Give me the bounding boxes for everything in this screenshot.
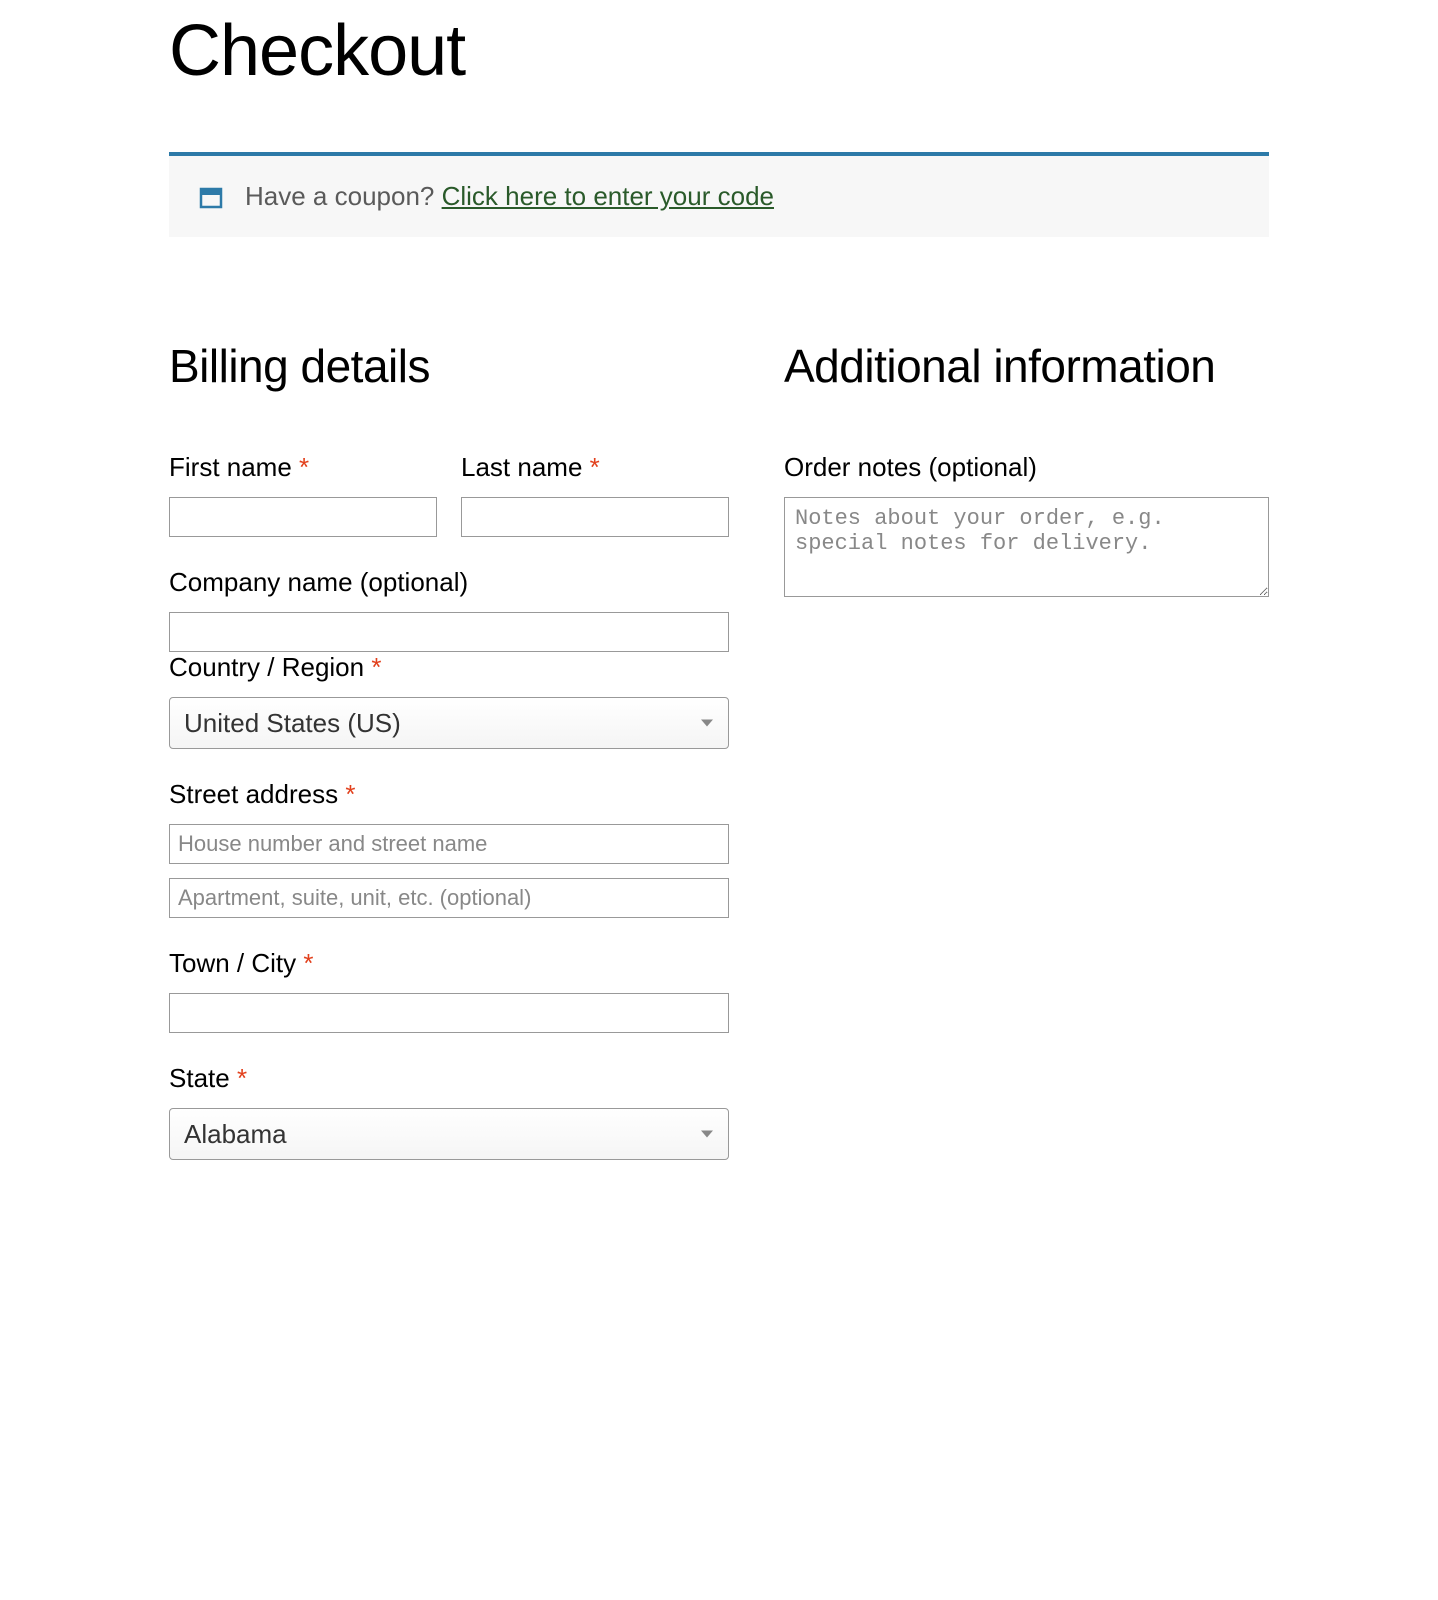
street-line2-input[interactable] — [169, 878, 729, 918]
first-name-label: First name * — [169, 452, 437, 483]
required-star: * — [371, 652, 381, 682]
street-label: Street address * — [169, 779, 729, 810]
last-name-label: Last name * — [461, 452, 729, 483]
city-label: Town / City * — [169, 948, 729, 979]
required-star: * — [237, 1063, 247, 1093]
additional-heading: Additional information — [784, 337, 1269, 397]
billing-heading: Billing details — [169, 337, 729, 397]
state-label: State * — [169, 1063, 729, 1094]
coupon-banner: Have a coupon? Click here to enter your … — [169, 152, 1269, 237]
country-select[interactable]: United States (US) — [169, 697, 729, 749]
order-notes-label: Order notes (optional) — [784, 452, 1269, 483]
street-line1-input[interactable] — [169, 824, 729, 864]
last-name-input[interactable] — [461, 497, 729, 537]
country-label: Country / Region * — [169, 652, 729, 683]
city-input[interactable] — [169, 993, 729, 1033]
additional-column: Additional information Order notes (opti… — [784, 337, 1269, 1190]
required-star: * — [345, 779, 355, 809]
coupon-link[interactable]: Click here to enter your code — [442, 181, 774, 211]
first-name-input[interactable] — [169, 497, 437, 537]
coupon-prompt: Have a coupon? — [245, 181, 442, 211]
company-input[interactable] — [169, 612, 729, 652]
company-label: Company name (optional) — [169, 567, 729, 598]
calendar-icon — [199, 185, 223, 209]
order-notes-textarea[interactable] — [784, 497, 1269, 597]
page-title: Checkout — [169, 10, 1269, 92]
required-star: * — [590, 452, 600, 482]
coupon-text: Have a coupon? Click here to enter your … — [245, 181, 774, 212]
state-select[interactable]: Alabama — [169, 1108, 729, 1160]
required-star: * — [303, 948, 313, 978]
required-star: * — [299, 452, 309, 482]
billing-column: Billing details First name * Last name * — [169, 337, 729, 1190]
